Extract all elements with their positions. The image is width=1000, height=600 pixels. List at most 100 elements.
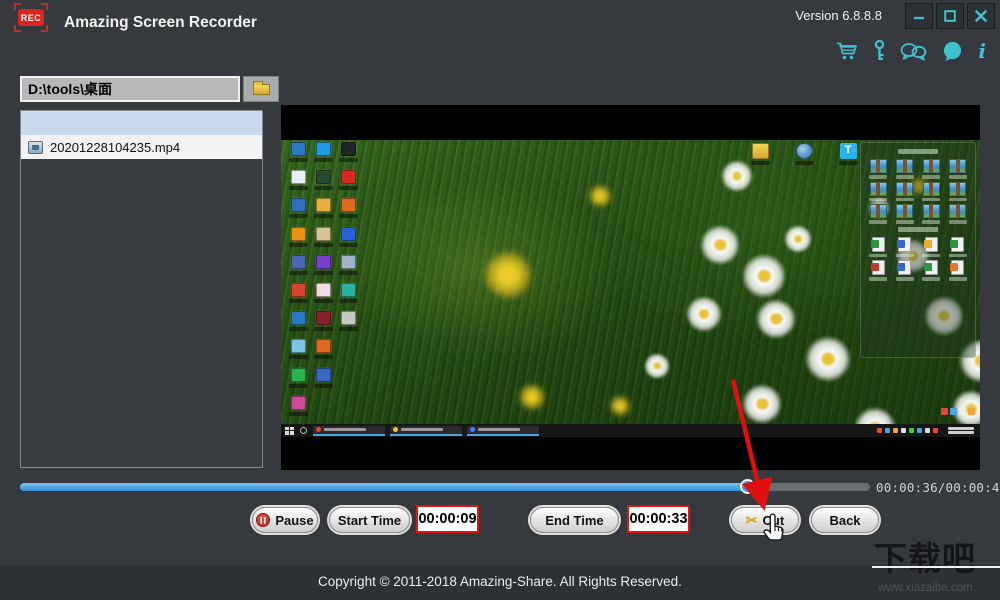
back-label: Back (829, 512, 861, 528)
desktop-icon (336, 254, 361, 283)
taskbar-task-button (467, 425, 539, 436)
tray-popup-icon (959, 408, 966, 415)
desktop-icon (311, 396, 336, 424)
archive-icon-grid (865, 159, 971, 224)
document-icon (865, 236, 892, 257)
archive-icon (918, 159, 945, 179)
daisy-flower (784, 225, 813, 254)
document-icon-grid (865, 236, 972, 281)
site-watermark: 下载吧 www.xiazaiba.com (872, 530, 1000, 600)
group-header (898, 149, 938, 154)
desktop-icon (311, 142, 336, 170)
feedback-icon[interactable] (942, 41, 963, 62)
archive-icon (918, 181, 945, 201)
end-time-button[interactable]: End Time (530, 507, 619, 533)
window-controls (905, 3, 995, 29)
copyright-bar: Copyright © 2011-2018 Amazing-Share. All… (0, 565, 1000, 600)
minimize-icon (914, 16, 924, 20)
document-icon (865, 260, 892, 281)
document-icon (945, 260, 972, 281)
tray-icon (893, 428, 898, 433)
tray-popup-icon (968, 408, 975, 415)
app-logo: REC (14, 3, 48, 32)
rec-logo-icon: REC (18, 9, 44, 26)
yellow-flower (483, 250, 532, 299)
close-icon (975, 10, 987, 22)
app-title: Amazing Screen Recorder (64, 14, 257, 31)
start-time-label: Start Time (337, 512, 402, 528)
watermark-url: www.xiazaiba.com (878, 582, 973, 594)
seek-bar-thumb[interactable] (739, 479, 755, 494)
desktop-icon (311, 282, 336, 311)
desktop-icon (336, 396, 361, 424)
file-list-item[interactable]: 20201228104235.mp4 (21, 135, 262, 159)
desktop-icon (286, 282, 311, 311)
maximize-button[interactable] (936, 3, 964, 29)
tray-icon (877, 428, 882, 433)
desktop-icon (336, 226, 361, 255)
tray-icon (885, 428, 890, 433)
app-window: REC Amazing Screen Recorder Version 6.8.… (0, 0, 1000, 600)
archive-icon (945, 159, 972, 179)
archive-icon (865, 181, 892, 201)
daisy-flower (854, 406, 897, 424)
start-time-button[interactable]: Start Time (329, 507, 410, 533)
video-file-icon (28, 140, 43, 154)
taskbar-task-button (313, 425, 385, 436)
daisy-flower (686, 296, 723, 333)
minimize-button[interactable] (905, 3, 933, 29)
end-time-field[interactable]: 00:00:33 (627, 505, 690, 533)
document-icon (918, 236, 945, 257)
archive-icon (865, 204, 892, 224)
cut-button[interactable]: ✂ Cut (731, 507, 799, 533)
tray-icon (909, 428, 914, 433)
daisy-flower (644, 353, 671, 379)
daisy-flower (756, 299, 797, 340)
back-button[interactable]: Back (811, 507, 879, 533)
info-icon[interactable]: i (978, 41, 986, 61)
daisy-flower (952, 389, 980, 424)
seek-bar[interactable] (20, 479, 870, 494)
tray-popup-icon (950, 408, 957, 415)
browse-folder-button[interactable] (243, 76, 279, 102)
start-time-field[interactable]: 00:00:09 (416, 505, 479, 533)
desktop-icon-grid-left (286, 142, 361, 424)
file-list-panel: 20201228104235.mp4 (20, 110, 263, 468)
desktop-icon-group (860, 142, 976, 358)
desktop-icon (286, 170, 311, 198)
watermark-line (872, 566, 1000, 568)
toolbar: i (836, 38, 986, 64)
taskbar (281, 424, 980, 437)
logo-corner-icon (41, 25, 48, 32)
close-button[interactable] (967, 3, 995, 29)
archive-icon (892, 204, 919, 224)
desktop-icon (336, 170, 361, 198)
tray-icon (901, 428, 906, 433)
archive-icon (945, 204, 972, 224)
daisy-flower (742, 253, 787, 298)
titlebar: REC Amazing Screen Recorder Version 6.8.… (0, 0, 1000, 34)
desktop-icon (311, 226, 336, 255)
desktop-icon (286, 142, 311, 170)
desktop-icon (286, 395, 311, 424)
pause-button[interactable]: Pause (252, 507, 318, 533)
tray-icon (917, 428, 922, 433)
key-icon[interactable] (874, 40, 885, 62)
start-button-icon (285, 426, 294, 435)
archive-icon (892, 181, 919, 201)
watermark-logo: 下载吧 (874, 540, 976, 577)
taskbar-clock (948, 426, 974, 435)
group-header (898, 226, 938, 232)
daisy-flower (700, 225, 741, 266)
path-input[interactable]: D:\tools\桌面 (20, 76, 240, 102)
desktop-app-icon (795, 143, 813, 159)
cart-icon[interactable] (836, 41, 859, 61)
yellow-flower (588, 185, 611, 208)
file-name: 20201228104235.mp4 (50, 139, 181, 155)
folder-icon (252, 80, 270, 95)
desktop-app-icon: T (839, 143, 857, 159)
desktop-icon (311, 367, 336, 396)
file-list-header (21, 111, 262, 135)
tray-popup-icon (941, 408, 948, 415)
chat-icon[interactable] (900, 42, 927, 61)
